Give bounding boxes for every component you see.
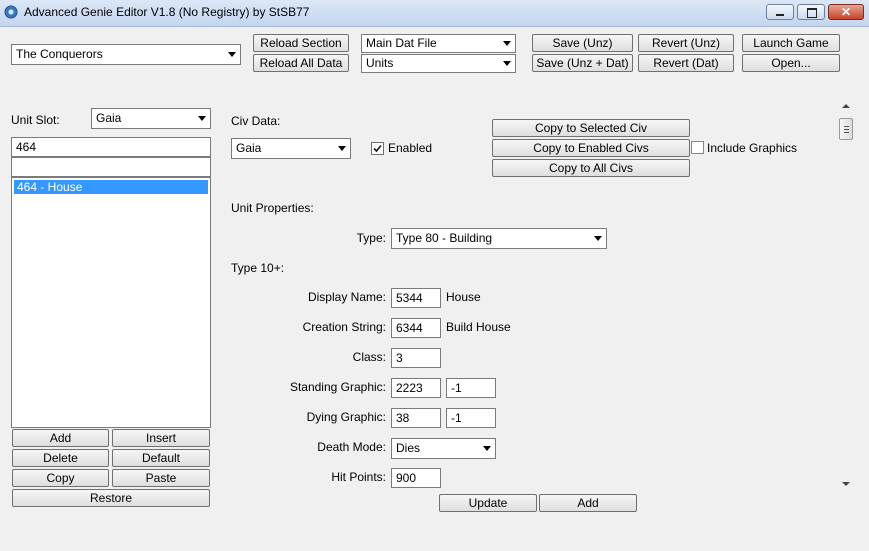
revert-dat-button[interactable]: Revert (Dat) [638, 54, 734, 72]
checkmark-icon [373, 144, 382, 153]
unit-list[interactable]: 464 - House [11, 177, 211, 428]
maximize-icon [807, 8, 817, 18]
minimize-icon [776, 14, 784, 16]
delete-unit-button[interactable]: Delete [12, 449, 109, 467]
enabled-checkbox[interactable] [371, 142, 384, 155]
exclude-filter-input[interactable] [11, 157, 211, 177]
update-button[interactable]: Update [439, 494, 537, 512]
restore-unit-button[interactable]: Restore [12, 489, 210, 507]
chevron-down-icon [338, 146, 346, 151]
add-button[interactable]: Add [539, 494, 637, 512]
grip-line [844, 126, 849, 127]
insert-unit-button[interactable]: Insert [112, 429, 210, 447]
unit-slot-value: Gaia [96, 111, 122, 125]
civ-combo[interactable]: Gaia [231, 138, 351, 159]
chevron-down-icon [594, 236, 602, 241]
maximize-button[interactable] [797, 4, 825, 20]
creation-string-field[interactable]: 6344 [391, 318, 441, 338]
class-field[interactable]: 3 [391, 348, 441, 368]
chevron-down-icon [228, 52, 236, 57]
dying-graphic-field-1[interactable]: 38 [391, 408, 441, 428]
chevron-down-icon [503, 41, 511, 46]
list-item[interactable]: 464 - House [14, 180, 208, 194]
death-mode-label: Death Mode: [317, 440, 386, 454]
close-button[interactable]: ✕ [828, 4, 864, 20]
reload-section-button[interactable]: Reload Section [253, 34, 349, 52]
unit-type-combo[interactable]: Type 80 - Building [391, 228, 607, 249]
hit-points-label: Hit Points: [331, 470, 386, 484]
display-name-text: House [446, 290, 481, 304]
launch-game-button[interactable]: Launch Game [742, 34, 840, 52]
enabled-label: Enabled [388, 141, 433, 155]
title-bar: Advanced Genie Editor V1.8 (No Registry)… [0, 0, 869, 27]
dying-graphic-label: Dying Graphic: [306, 410, 386, 424]
save-unz-dat-button[interactable]: Save (Unz + Dat) [532, 54, 633, 72]
unit-slot-combo[interactable]: Gaia [91, 108, 211, 129]
copy-unit-button[interactable]: Copy [12, 469, 109, 487]
display-name-label: Display Name: [307, 290, 386, 304]
default-unit-button[interactable]: Default [112, 449, 210, 467]
revert-unz-button[interactable]: Revert (Unz) [638, 34, 734, 52]
grip-line [844, 129, 849, 130]
include-graphics-checkbox[interactable] [691, 141, 704, 154]
game-version-combo[interactable]: The Conquerors [11, 44, 241, 65]
search-input[interactable]: 464 [11, 137, 211, 157]
paste-unit-button[interactable]: Paste [112, 469, 210, 487]
scrollbar-thumb[interactable] [839, 118, 853, 140]
close-icon: ✕ [841, 5, 852, 19]
reload-all-data-button[interactable]: Reload All Data [253, 54, 349, 72]
copy-to-enabled-civs-button[interactable]: Copy to Enabled Civs [492, 139, 690, 157]
hit-points-field[interactable]: 900 [391, 468, 441, 488]
class-label: Class: [352, 350, 386, 364]
death-mode-combo[interactable]: Dies [391, 438, 496, 459]
section-combo-value: Units [366, 56, 394, 70]
save-unz-button[interactable]: Save (Unz) [532, 34, 633, 52]
add-unit-button[interactable]: Add [12, 429, 109, 447]
standing-graphic-label: Standing Graphic: [289, 380, 386, 394]
scroll-up-icon[interactable] [842, 104, 850, 108]
section-combo[interactable]: Units [361, 54, 516, 73]
file-combo-value: Main Dat File [366, 36, 437, 50]
display-name-field[interactable]: 5344 [391, 288, 441, 308]
chevron-down-icon [503, 61, 511, 66]
open-button[interactable]: Open... [742, 54, 840, 72]
game-version-value: The Conquerors [16, 47, 103, 61]
civ-data-label: Civ Data: [231, 114, 281, 128]
grip-line [844, 132, 849, 133]
creation-string-text: Build House [446, 320, 511, 334]
standing-graphic-field-2[interactable]: -1 [446, 378, 496, 398]
vertical-scrollbar[interactable] [838, 96, 855, 494]
unit-slot-label: Unit Slot: [11, 113, 60, 127]
scroll-down-icon[interactable] [842, 482, 850, 486]
file-combo[interactable]: Main Dat File [361, 34, 516, 53]
window-title: Advanced Genie Editor V1.8 (No Registry)… [24, 5, 310, 19]
app-icon [4, 5, 18, 19]
death-mode-value: Dies [396, 441, 421, 455]
creation-string-label: Creation String: [302, 320, 386, 334]
copy-to-all-civs-button[interactable]: Copy to All Civs [492, 159, 690, 177]
standing-graphic-field-1[interactable]: 2223 [391, 378, 441, 398]
chevron-down-icon [198, 116, 206, 121]
type10-label: Type 10+: [231, 261, 285, 275]
unit-properties-label: Unit Properties: [231, 201, 314, 215]
unit-type-value: Type 80 - Building [396, 231, 493, 245]
type-label: Type: [356, 231, 386, 245]
dying-graphic-field-2[interactable]: -1 [446, 408, 496, 428]
civ-value: Gaia [236, 141, 262, 155]
include-graphics-label: Include Graphics [707, 141, 798, 155]
copy-to-selected-civ-button[interactable]: Copy to Selected Civ [492, 119, 690, 137]
chevron-down-icon [483, 446, 491, 451]
minimize-button[interactable] [766, 4, 794, 20]
